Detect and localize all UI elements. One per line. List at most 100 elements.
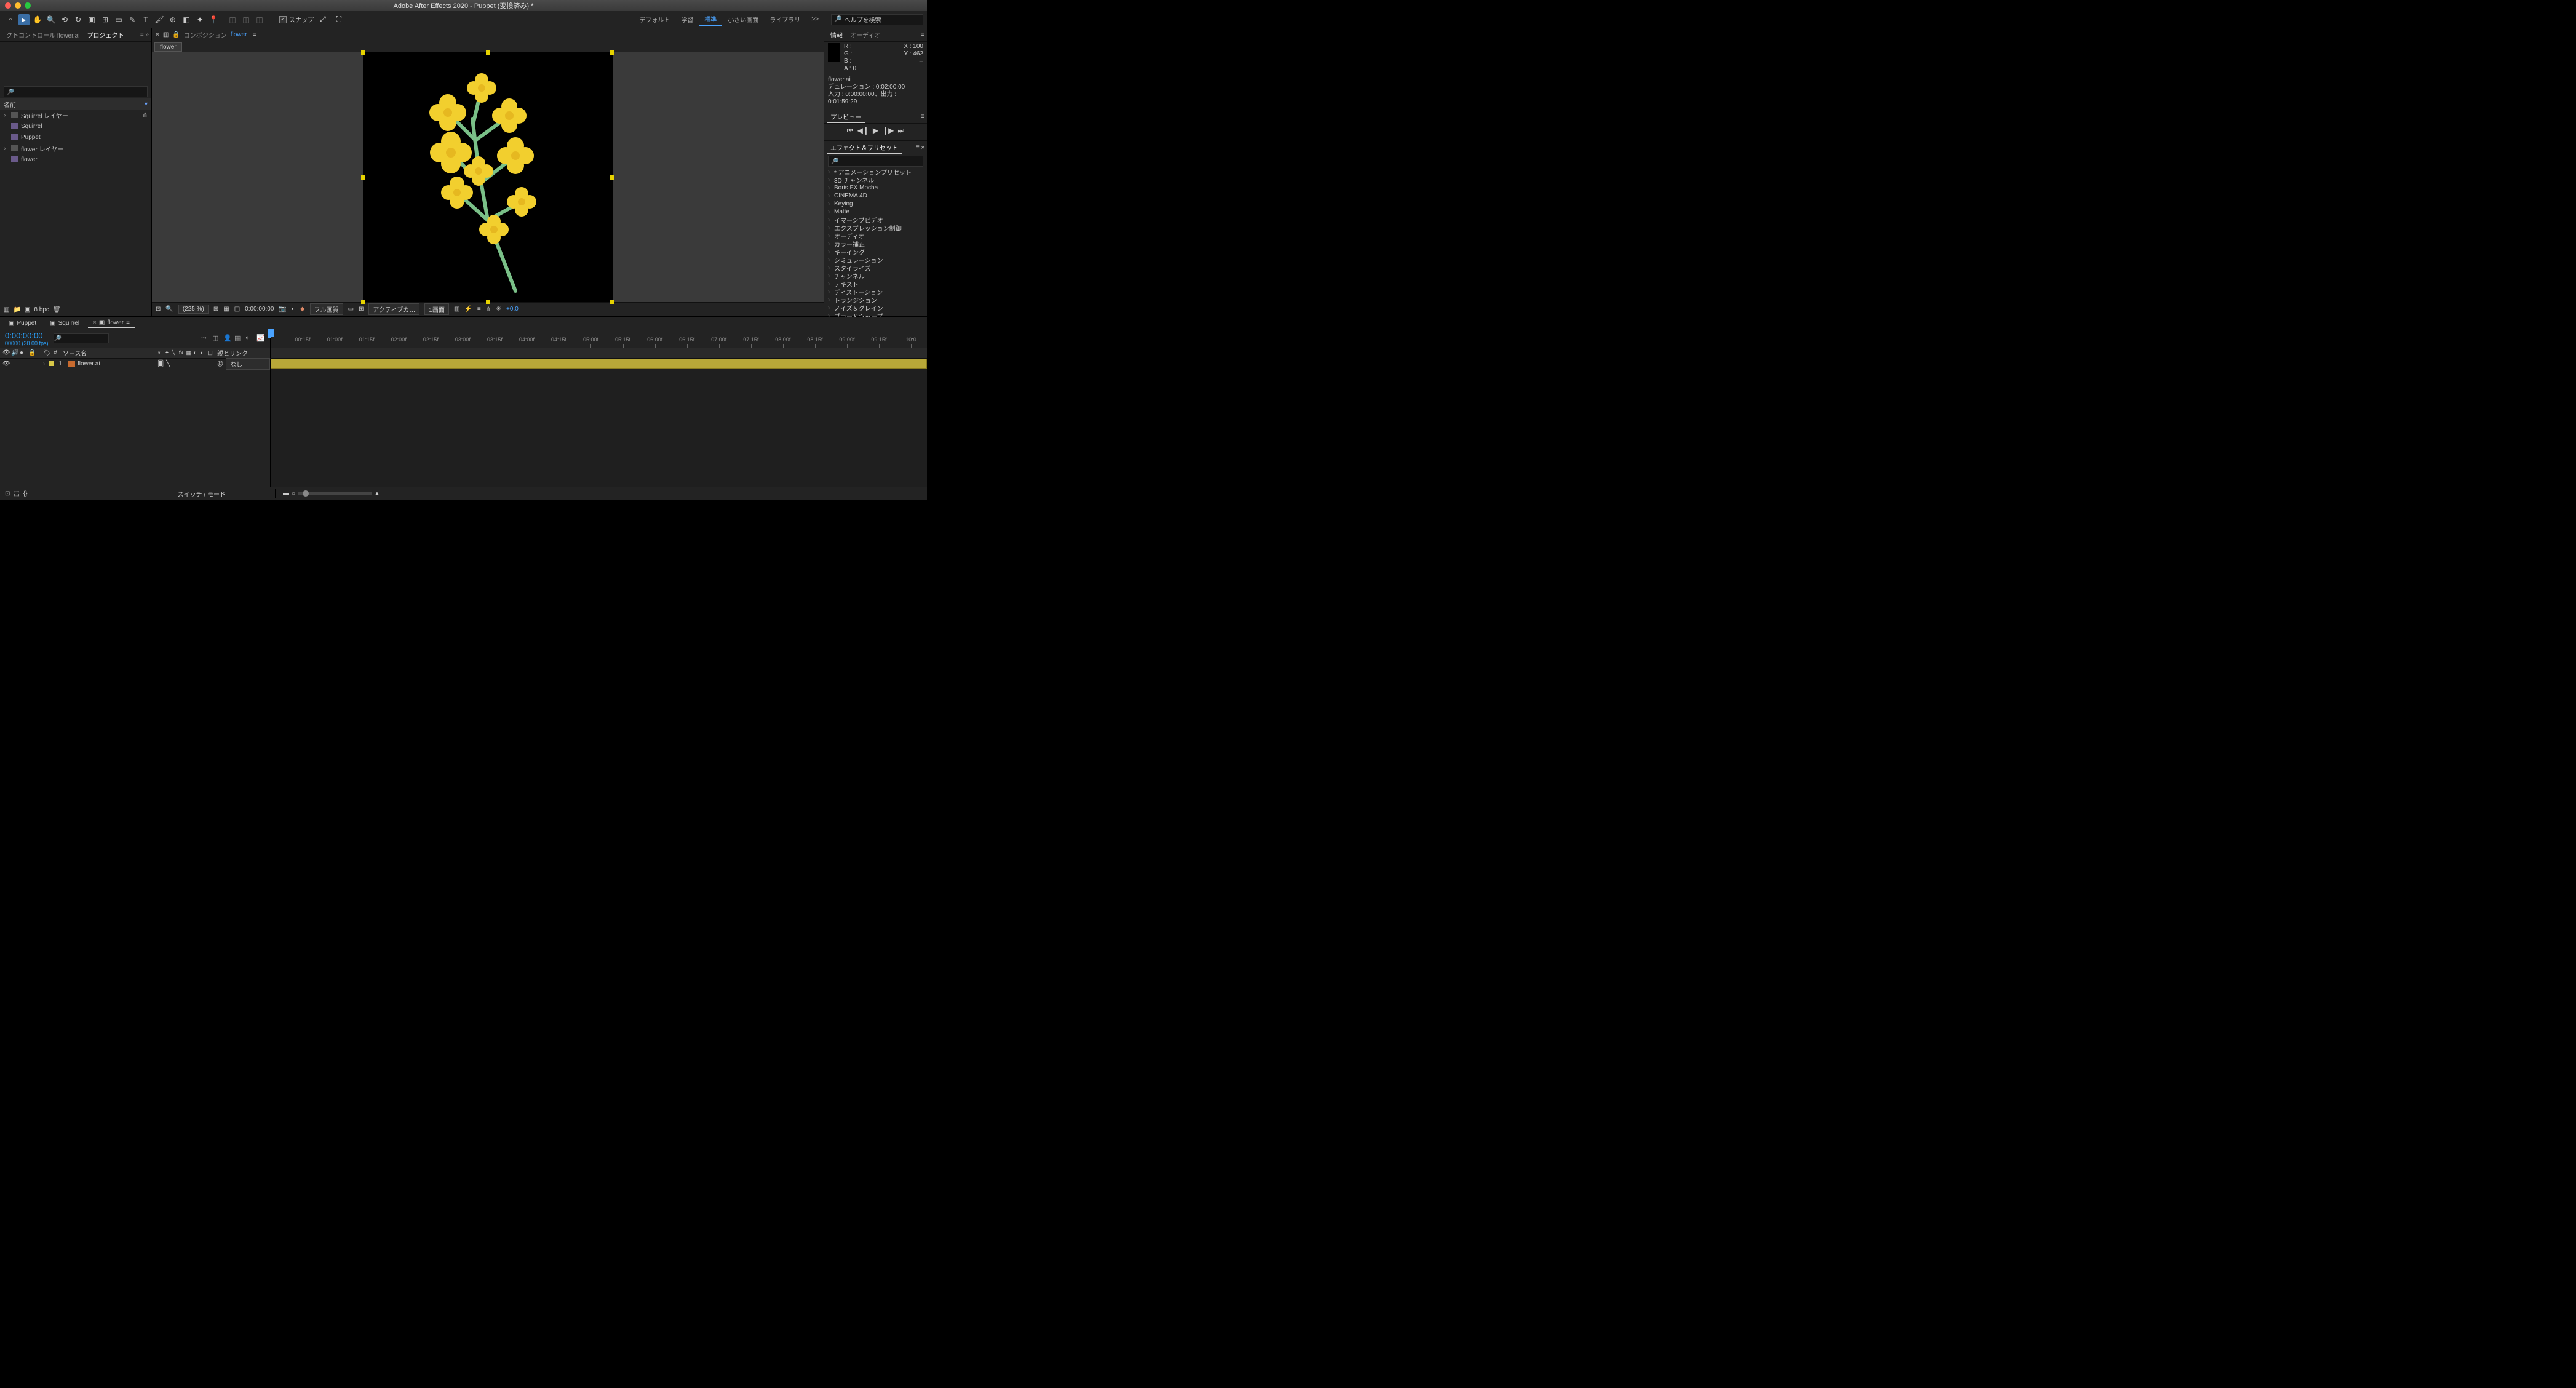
twirl-icon[interactable]: ›: [828, 201, 832, 207]
twirl-icon[interactable]: ›: [828, 273, 832, 279]
twirl-icon[interactable]: ›: [828, 193, 832, 199]
snap-checkbox[interactable]: ✓: [279, 16, 287, 23]
transform-handle[interactable]: [610, 50, 614, 55]
comp-mini-flowchart-icon[interactable]: ⤳: [201, 334, 210, 343]
render-queue-icon[interactable]: ⬚: [14, 490, 19, 497]
twirl-icon[interactable]: ›: [43, 361, 48, 367]
layer-label[interactable]: [48, 361, 55, 366]
twirl-icon[interactable]: ›: [828, 297, 832, 303]
axis-world-icon[interactable]: ◫: [241, 14, 252, 25]
transform-handle[interactable]: [361, 300, 365, 304]
parent-header[interactable]: 親とリンク: [215, 348, 270, 357]
project-item[interactable]: ›flower レイヤー: [0, 143, 151, 154]
project-item[interactable]: Squirrel: [0, 121, 151, 132]
audio-tab[interactable]: オーディオ: [846, 29, 884, 41]
tab-menu-icon[interactable]: ≡: [126, 319, 130, 326]
info-tab[interactable]: 情報: [827, 29, 846, 41]
lock-col-icon[interactable]: 🔒: [28, 349, 36, 356]
mask-icon[interactable]: ◫: [234, 306, 240, 313]
pickwhip-icon[interactable]: @: [217, 361, 223, 367]
rotate-tool[interactable]: ↻: [73, 14, 84, 25]
magnify-icon[interactable]: 🔍: [165, 306, 173, 313]
timeline-tab[interactable]: ▣ Puppet: [4, 319, 41, 328]
orbit-tool[interactable]: ⟲: [59, 14, 70, 25]
effects-category[interactable]: ›3D チャンネル: [824, 176, 927, 184]
pen-tool[interactable]: ✎: [127, 14, 138, 25]
new-comp-icon[interactable]: ▣: [25, 306, 30, 313]
home-icon[interactable]: ⌂: [5, 14, 16, 25]
res-icon[interactable]: ⊞: [213, 306, 218, 313]
twirl-icon[interactable]: ›: [828, 257, 832, 263]
twirl-icon[interactable]: ›: [4, 145, 9, 152]
flowchart-icon[interactable]: ⋔: [143, 112, 148, 119]
grid-icon[interactable]: ▦: [223, 306, 229, 313]
workspace-standard[interactable]: 標準: [699, 12, 722, 26]
viewport[interactable]: [152, 52, 824, 302]
comp-name[interactable]: flower: [231, 31, 247, 38]
roi-icon[interactable]: ▭: [348, 306, 354, 313]
preview-tab[interactable]: プレビュー: [827, 111, 865, 123]
current-time[interactable]: 0:00:00:00: [245, 306, 274, 313]
transform-handle[interactable]: [486, 300, 490, 304]
twirl-icon[interactable]: ›: [828, 305, 832, 311]
comp-flowchart-icon[interactable]: ⋔: [486, 306, 491, 313]
help-search[interactable]: 🔎 ヘルプを検索: [831, 14, 923, 25]
show-channel-icon[interactable]: ◐: [292, 306, 295, 313]
resolution-dropdown[interactable]: フル画質: [310, 303, 343, 315]
twirl-icon[interactable]: ›: [828, 289, 832, 295]
zoom-tool[interactable]: 🔍: [46, 14, 57, 25]
play-button[interactable]: ▶: [873, 126, 878, 135]
lock-icon[interactable]: 🔒: [172, 31, 180, 38]
effects-category[interactable]: ›Boris FX Mocha: [824, 184, 927, 192]
effect-controls-tab[interactable]: クトコントロール flower.ai: [2, 29, 83, 41]
prev-frame-button[interactable]: ◀❙: [857, 126, 869, 135]
exposure-value[interactable]: +0.0: [506, 306, 519, 313]
last-frame-button[interactable]: ⏭: [897, 126, 904, 135]
transform-handle[interactable]: [486, 50, 490, 55]
hide-shy-icon[interactable]: 👤: [223, 334, 232, 343]
type-tool[interactable]: T: [140, 14, 151, 25]
snap-opt2-icon[interactable]: ⛶: [333, 14, 344, 25]
current-timecode[interactable]: 0:00:00:00: [5, 331, 49, 340]
twirl-icon[interactable]: ›: [828, 281, 832, 287]
solo-col-icon[interactable]: ●: [20, 349, 27, 356]
effects-search-input[interactable]: [828, 156, 923, 167]
twirl-icon[interactable]: ›: [828, 249, 832, 255]
snapshot-icon[interactable]: 📷: [279, 306, 286, 313]
workspace-small[interactable]: 小さい画面: [723, 13, 763, 26]
camera-tool[interactable]: ▣: [86, 14, 97, 25]
bpc-toggle[interactable]: 8 bpc: [34, 306, 49, 313]
close-window-button[interactable]: [5, 2, 11, 9]
pixel-aspect-icon[interactable]: ▥: [454, 306, 459, 313]
twirl-icon[interactable]: ›: [828, 185, 832, 191]
source-name-header[interactable]: ソース名: [60, 348, 156, 357]
composition-canvas[interactable]: [363, 52, 613, 302]
next-frame-button[interactable]: ❙▶: [882, 126, 894, 135]
axis-local-icon[interactable]: ◫: [227, 14, 238, 25]
twirl-icon[interactable]: ›: [828, 217, 832, 223]
twirl-icon[interactable]: ›: [828, 169, 832, 175]
new-folder-icon[interactable]: 📁: [13, 306, 20, 313]
close-icon[interactable]: ×: [93, 319, 97, 326]
fast-preview-icon[interactable]: ⚡: [464, 306, 472, 313]
comp-tab-menu-icon[interactable]: ≡: [253, 31, 256, 38]
time-ruler-area[interactable]: 00:15f01:00f01:15f02:00f02:15f03:00f03:1…: [271, 329, 927, 348]
clone-tool[interactable]: ⊕: [167, 14, 178, 25]
panel-menu-icon[interactable]: ≡ »: [916, 144, 924, 151]
twirl-icon[interactable]: ›: [828, 233, 832, 239]
quality-switch[interactable]: ╲: [166, 361, 170, 367]
zoom-window-button[interactable]: [25, 2, 31, 9]
twirl-icon[interactable]: ›: [828, 265, 832, 271]
layer-name[interactable]: flower.ai: [65, 361, 156, 367]
effects-category[interactable]: ›Keying: [824, 200, 927, 208]
project-item[interactable]: Puppet: [0, 132, 151, 143]
time-ruler[interactable]: 00:15f01:00f01:15f02:00f02:15f03:00f03:1…: [271, 337, 927, 348]
label-col-icon[interactable]: 🏷: [43, 349, 50, 356]
selection-tool[interactable]: ▸: [18, 14, 30, 25]
interpret-footage-icon[interactable]: ▥: [4, 306, 9, 313]
zoom-out-icon[interactable]: ▬: [283, 490, 289, 497]
eraser-tool[interactable]: ◧: [181, 14, 192, 25]
zoom-max-icon[interactable]: ▲: [374, 490, 380, 497]
timeline-icon[interactable]: ≡: [477, 306, 481, 313]
timeline-tab[interactable]: ▣ Squirrel: [45, 319, 84, 328]
